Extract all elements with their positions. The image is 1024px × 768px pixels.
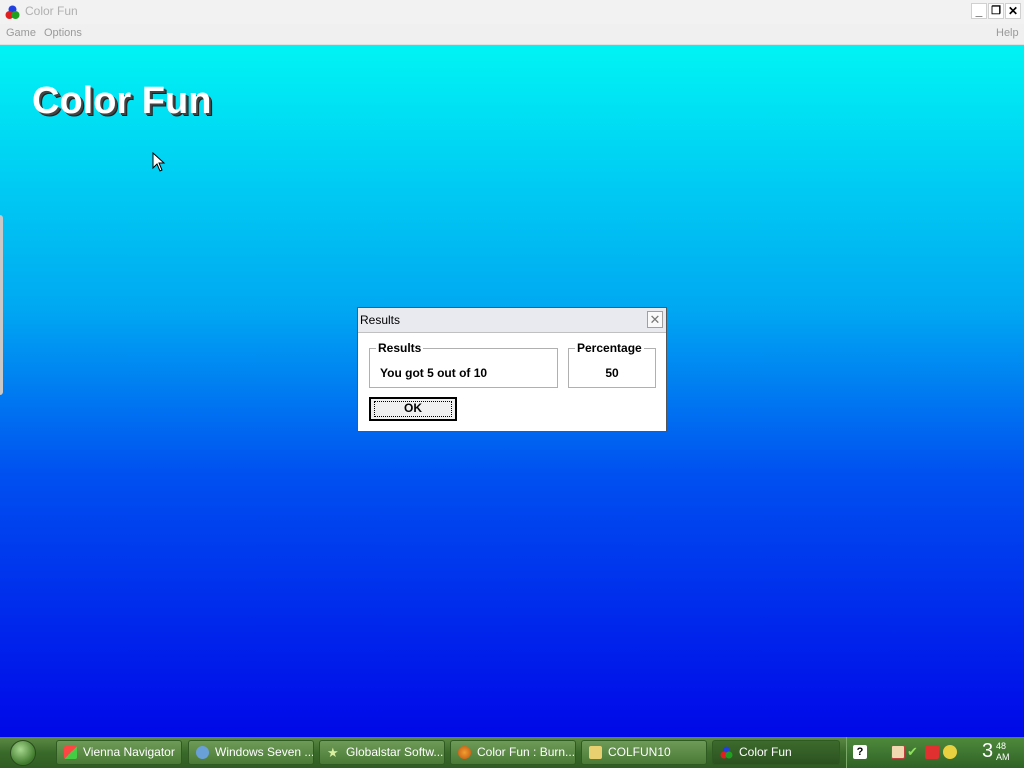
side-panel-handle[interactable] [0, 215, 3, 395]
menu-help[interactable]: Help [996, 27, 1019, 39]
results-value: You got 5 out of 10 [380, 366, 488, 380]
window-title: Color Fun [25, 4, 78, 18]
clock-ampm: AM [996, 752, 1010, 762]
percentage-group: Percentage 50 [568, 341, 656, 388]
shield-icon[interactable] [891, 745, 905, 759]
menu-options[interactable]: Options [44, 27, 82, 39]
menu-bar: Game Options Help [0, 24, 1024, 45]
minimize-button[interactable]: _ [971, 3, 987, 19]
network-icon[interactable] [925, 745, 939, 759]
taskbar-item-label: Windows Seven ... [215, 745, 314, 759]
taskbar-item-label: Color Fun [739, 745, 792, 759]
taskbar-item-color-fun-burn[interactable]: Color Fun : Burn... [450, 740, 576, 765]
taskbar-item-windows-seven[interactable]: Windows Seven ... [188, 740, 314, 765]
help-icon[interactable]: ? [853, 745, 867, 759]
taskbar-item-label: Color Fun : Burn... [477, 745, 576, 759]
results-dialog: Results ✕ Results You got 5 out of 10 Pe… [357, 307, 667, 432]
vienna-icon [64, 746, 77, 759]
dialog-title-bar: Results ✕ [358, 308, 666, 333]
percentage-value: 50 [605, 366, 619, 380]
mouse-cursor-icon [152, 152, 166, 172]
star-icon: ★ [327, 745, 339, 760]
taskbar-item-color-fun[interactable]: Color Fun [712, 740, 840, 765]
game-title: Color Fun [32, 80, 212, 122]
taskbar-item-label: COLFUN10 [608, 745, 671, 759]
clock-minute: 48 [996, 741, 1007, 751]
clock-hour: 3 [982, 740, 994, 762]
taskbar-item-label: Globalstar Softw... [346, 745, 444, 759]
clock-icon[interactable] [943, 745, 957, 759]
results-group-label: Results [376, 341, 424, 355]
color-fun-app-icon [5, 5, 20, 19]
title-bar: Color Fun _ ❐ ✕ [0, 0, 1024, 24]
taskbar: Vienna Navigator Windows Seven ... ★ Glo… [0, 737, 1024, 768]
check-icon[interactable]: ✔ [907, 745, 921, 759]
menu-game[interactable]: Game [6, 27, 36, 39]
dialog-title: Results [360, 313, 401, 327]
focus-rectangle [374, 401, 452, 417]
close-button[interactable]: ✕ [1005, 3, 1021, 19]
taskbar-item-label: Vienna Navigator [83, 745, 175, 759]
globe-icon [196, 746, 209, 759]
taskbar-item-colfun10[interactable]: COLFUN10 [581, 740, 707, 765]
results-group: Results You got 5 out of 10 [369, 341, 558, 388]
folder-icon [589, 746, 602, 759]
ok-button[interactable]: OK [369, 397, 457, 421]
color-fun-icon [720, 746, 733, 759]
percentage-group-label: Percentage [575, 341, 644, 355]
taskbar-item-vienna-navigator[interactable]: Vienna Navigator [56, 740, 182, 765]
start-button[interactable] [10, 740, 36, 766]
game-canvas: Color Fun Results ✕ Results You got 5 ou… [0, 45, 1024, 737]
firefox-icon [458, 746, 471, 759]
restore-button[interactable]: ❐ [988, 3, 1004, 19]
taskbar-item-globalstar[interactable]: ★ Globalstar Softw... [319, 740, 445, 765]
dialog-close-button[interactable]: ✕ [647, 311, 663, 328]
